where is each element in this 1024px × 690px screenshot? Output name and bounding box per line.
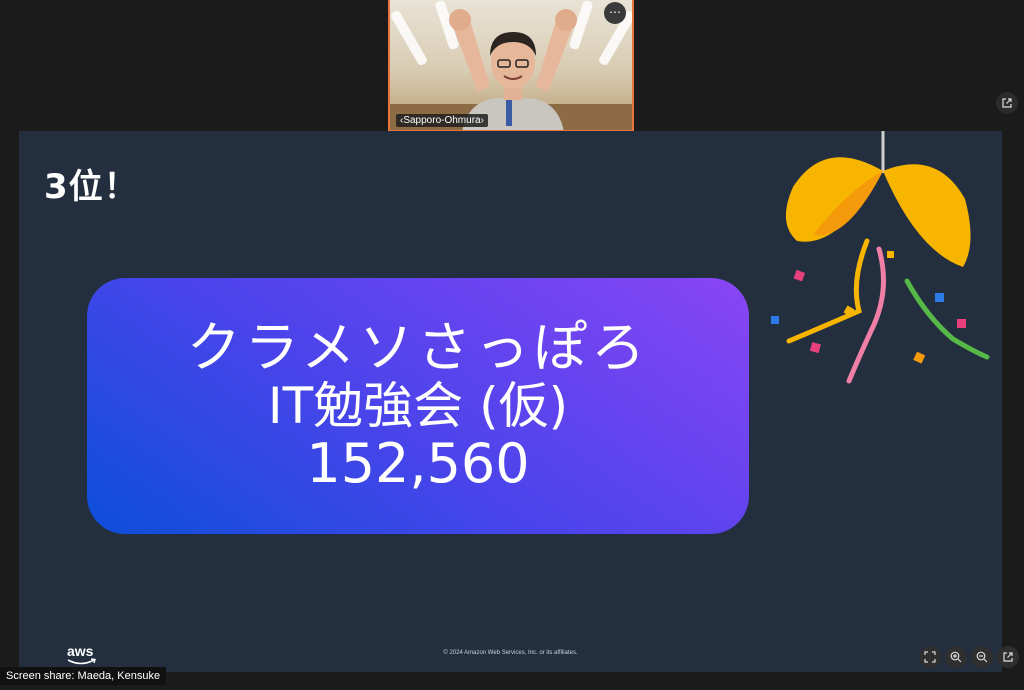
popout-share-button[interactable]: [997, 646, 1019, 668]
shared-slide: 3位！ クラメソさっぽろ IT勉強会 (仮) 152,560 aws © 202…: [19, 131, 1002, 672]
fullscreen-icon: [924, 651, 936, 663]
share-view-controls: [919, 646, 1019, 668]
more-horizontal-icon: ⋯: [609, 5, 621, 19]
more-options-button[interactable]: ⋯: [604, 2, 626, 24]
result-card: クラメソさっぽろ IT勉強会 (仮) 152,560: [87, 278, 749, 534]
popout-icon: [1003, 652, 1013, 662]
zoom-out-button[interactable]: [971, 646, 993, 668]
screen-share-label: Screen share: Maeda, Kensuke: [0, 667, 167, 685]
fullscreen-button[interactable]: [919, 646, 941, 668]
slide-heading: 3位！: [44, 167, 139, 207]
popout-button[interactable]: [996, 92, 1018, 114]
card-line-2: IT勉強会 (仮): [267, 377, 569, 435]
zoom-in-button[interactable]: [945, 646, 967, 668]
participant-video-tile[interactable]: ⋯ ‹Sapporo-Ohmura›: [388, 0, 634, 132]
slide-copyright: © 2024 Amazon Web Services, Inc. or its …: [443, 650, 578, 656]
popout-icon: [1002, 98, 1012, 108]
kusudama-confetti-illustration: [771, 131, 990, 384]
participant-person: [449, 9, 577, 130]
card-line-3: 152,560: [306, 432, 530, 495]
zoom-in-icon: [950, 651, 962, 663]
card-line-1: クラメソさっぽろ: [186, 315, 650, 379]
aws-smile-icon: [67, 658, 96, 665]
participant-name-label: ‹Sapporo-Ohmura›: [396, 114, 488, 127]
zoom-out-icon: [976, 651, 988, 663]
